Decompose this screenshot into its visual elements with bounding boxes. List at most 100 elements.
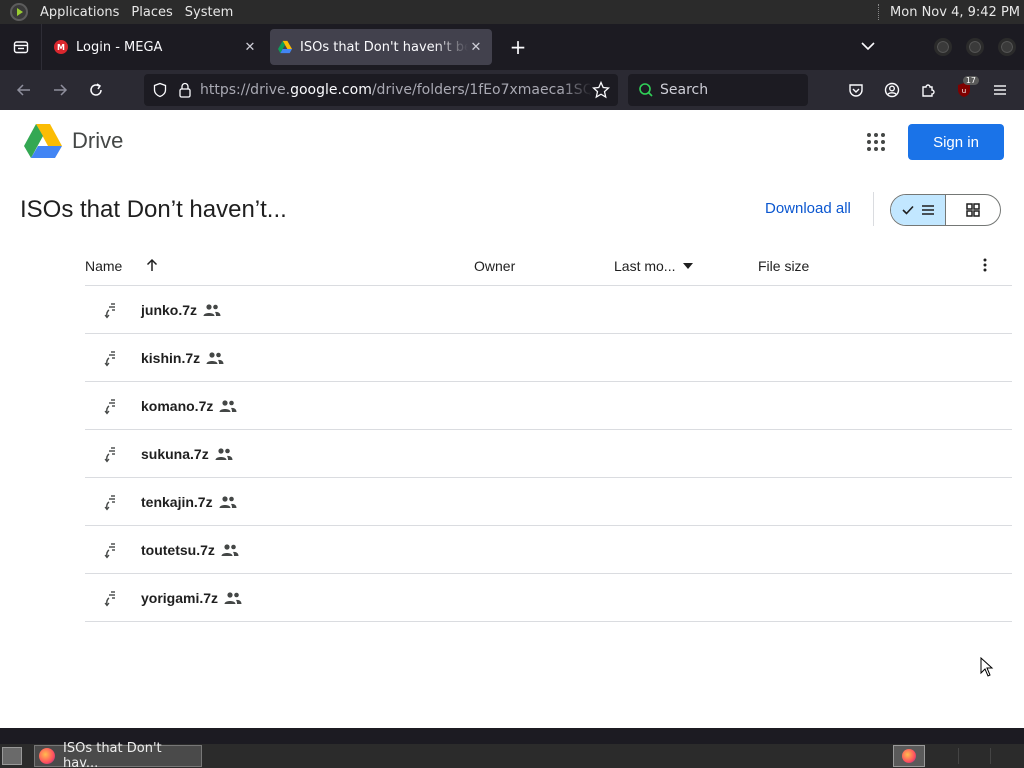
- column-header-owner: Owner: [474, 258, 516, 274]
- file-name[interactable]: sukuna.7z: [141, 446, 209, 462]
- pocket-button[interactable]: [840, 74, 872, 106]
- toolbar-divider: [873, 192, 874, 226]
- show-desktop-icon[interactable]: [2, 747, 22, 765]
- list-view-icon: [922, 205, 934, 215]
- clock[interactable]: Mon Nov 4, 9:42 PM: [890, 5, 1020, 20]
- tab-title: ISOs that Don't haven't been: [300, 39, 468, 55]
- shield-icon[interactable]: [152, 82, 168, 98]
- file-name[interactable]: tenkajin.7z: [141, 494, 213, 510]
- file-list-header: Name Owner Last mo... File size: [85, 240, 1012, 286]
- view-toggle: [890, 194, 1001, 226]
- file-row[interactable]: komano.7z: [85, 382, 1012, 430]
- file-row[interactable]: toutetsu.7z: [85, 526, 1012, 574]
- file-name[interactable]: toutetsu.7z: [141, 542, 215, 558]
- ublock-origin-button[interactable]: u 17: [948, 74, 980, 106]
- close-window-button[interactable]: [998, 38, 1016, 56]
- file-name[interactable]: komano.7z: [141, 398, 213, 414]
- download-all-button[interactable]: Download all: [765, 200, 851, 217]
- distro-logo-icon[interactable]: [10, 3, 28, 21]
- workspace-separator: [990, 748, 991, 764]
- system-menu[interactable]: System: [179, 5, 239, 20]
- applications-menu[interactable]: Applications: [34, 5, 125, 20]
- compressed-file-icon: [104, 447, 115, 463]
- app-menu-button[interactable]: [984, 74, 1016, 106]
- list-all-tabs-button[interactable]: [858, 36, 878, 56]
- shared-people-icon: [219, 496, 237, 508]
- extensions-button[interactable]: [912, 74, 944, 106]
- url-bar[interactable]: https://drive.google.com/drive/folders/1…: [144, 74, 618, 106]
- file-rows: junko.7z kishin.7z komano.7z sukuna.7z tenka…: [85, 286, 1012, 622]
- back-button[interactable]: [6, 74, 42, 106]
- plus-icon: +: [509, 35, 527, 59]
- firefox-icon: [902, 749, 916, 763]
- shared-people-icon: [221, 544, 239, 556]
- file-row[interactable]: tenkajin.7z: [85, 478, 1012, 526]
- search-engine-icon: [639, 83, 653, 97]
- column-header-name[interactable]: Name: [85, 258, 122, 274]
- file-row[interactable]: yorigami.7z: [85, 574, 1012, 622]
- panel-separator: [878, 4, 882, 20]
- grid-view-icon: [966, 203, 980, 217]
- url-path: /drive/folders/1fEo7xmaeca1SQRN9: [371, 82, 592, 98]
- mega-icon: M: [54, 40, 68, 54]
- puzzle-piece-icon: [922, 84, 935, 97]
- bottom-taskbar: ISOs that Don't hav...: [0, 741, 1024, 768]
- google-drive-logo-icon[interactable]: [24, 124, 62, 158]
- taskbar-window-firefox[interactable]: ISOs that Don't hav...: [34, 741, 202, 768]
- navigation-bar: https://drive.google.com/drive/folders/1…: [0, 70, 1024, 110]
- arrow-right-icon: [54, 84, 68, 96]
- forward-button[interactable]: [42, 74, 78, 106]
- file-name[interactable]: yorigami.7z: [141, 590, 218, 606]
- firefox-view-icon: [13, 41, 28, 54]
- file-row[interactable]: kishin.7z: [85, 334, 1012, 382]
- file-row[interactable]: junko.7z: [85, 286, 1012, 334]
- mouse-cursor-icon: [980, 657, 994, 677]
- tab-login-mega[interactable]: M Login - MEGA ✕: [46, 29, 266, 65]
- file-name[interactable]: junko.7z: [141, 302, 197, 318]
- tab-close-icon[interactable]: ✕: [242, 40, 258, 55]
- svg-text:u: u: [962, 87, 966, 95]
- maximize-window-button[interactable]: [966, 38, 984, 56]
- column-header-last-modified[interactable]: Last mo...: [614, 258, 675, 274]
- workspace-1[interactable]: [893, 745, 925, 767]
- folder-title: ISOs that Don’t haven’t...: [20, 196, 287, 223]
- top-panel: Applications Places System Mon Nov 4, 9:…: [0, 0, 1024, 24]
- compressed-file-icon: [104, 303, 115, 319]
- blocked-count-badge: 17: [962, 76, 979, 85]
- sign-in-button[interactable]: Sign in: [908, 124, 1004, 160]
- compressed-file-icon: [104, 543, 115, 559]
- grid-view-button[interactable]: [946, 195, 1000, 225]
- checkmark-icon: [902, 205, 914, 215]
- pocket-icon: [849, 84, 863, 97]
- column-header-file-size: File size: [758, 258, 810, 274]
- places-menu[interactable]: Places: [125, 5, 178, 20]
- firefox-view-button[interactable]: [0, 24, 42, 70]
- shared-people-icon: [215, 448, 233, 460]
- file-row[interactable]: sukuna.7z: [85, 430, 1012, 478]
- search-bar[interactable]: Search: [628, 74, 808, 106]
- drive-app-name[interactable]: Drive: [72, 128, 123, 154]
- tab-close-icon[interactable]: ✕: [468, 40, 484, 55]
- lock-icon[interactable]: [178, 82, 192, 98]
- reload-button[interactable]: [78, 74, 114, 106]
- new-tab-button[interactable]: +: [504, 33, 532, 61]
- sort-ascending-arrow-icon[interactable]: [145, 258, 159, 272]
- google-apps-button[interactable]: [866, 132, 886, 152]
- tab-isos-drive[interactable]: ISOs that Don't haven't been ✕: [270, 29, 492, 65]
- file-name[interactable]: kishin.7z: [141, 350, 200, 366]
- bookmark-star-icon[interactable]: [592, 81, 610, 99]
- url-text[interactable]: https://drive.google.com/drive/folders/1…: [200, 82, 592, 98]
- account-icon: [884, 82, 900, 98]
- url-host: google.com: [290, 82, 372, 98]
- minimize-window-button[interactable]: [934, 38, 952, 56]
- shared-people-icon: [203, 304, 221, 316]
- panel-clock-area: Mon Nov 4, 9:42 PM: [878, 0, 1020, 24]
- caret-down-icon[interactable]: [683, 263, 693, 269]
- more-options-icon[interactable]: [982, 258, 988, 272]
- compressed-file-icon: [104, 495, 115, 511]
- compressed-file-icon: [104, 351, 115, 367]
- arrow-left-icon: [16, 84, 30, 96]
- list-view-button[interactable]: [891, 195, 946, 225]
- compressed-file-icon: [104, 591, 115, 607]
- account-button[interactable]: [876, 74, 908, 106]
